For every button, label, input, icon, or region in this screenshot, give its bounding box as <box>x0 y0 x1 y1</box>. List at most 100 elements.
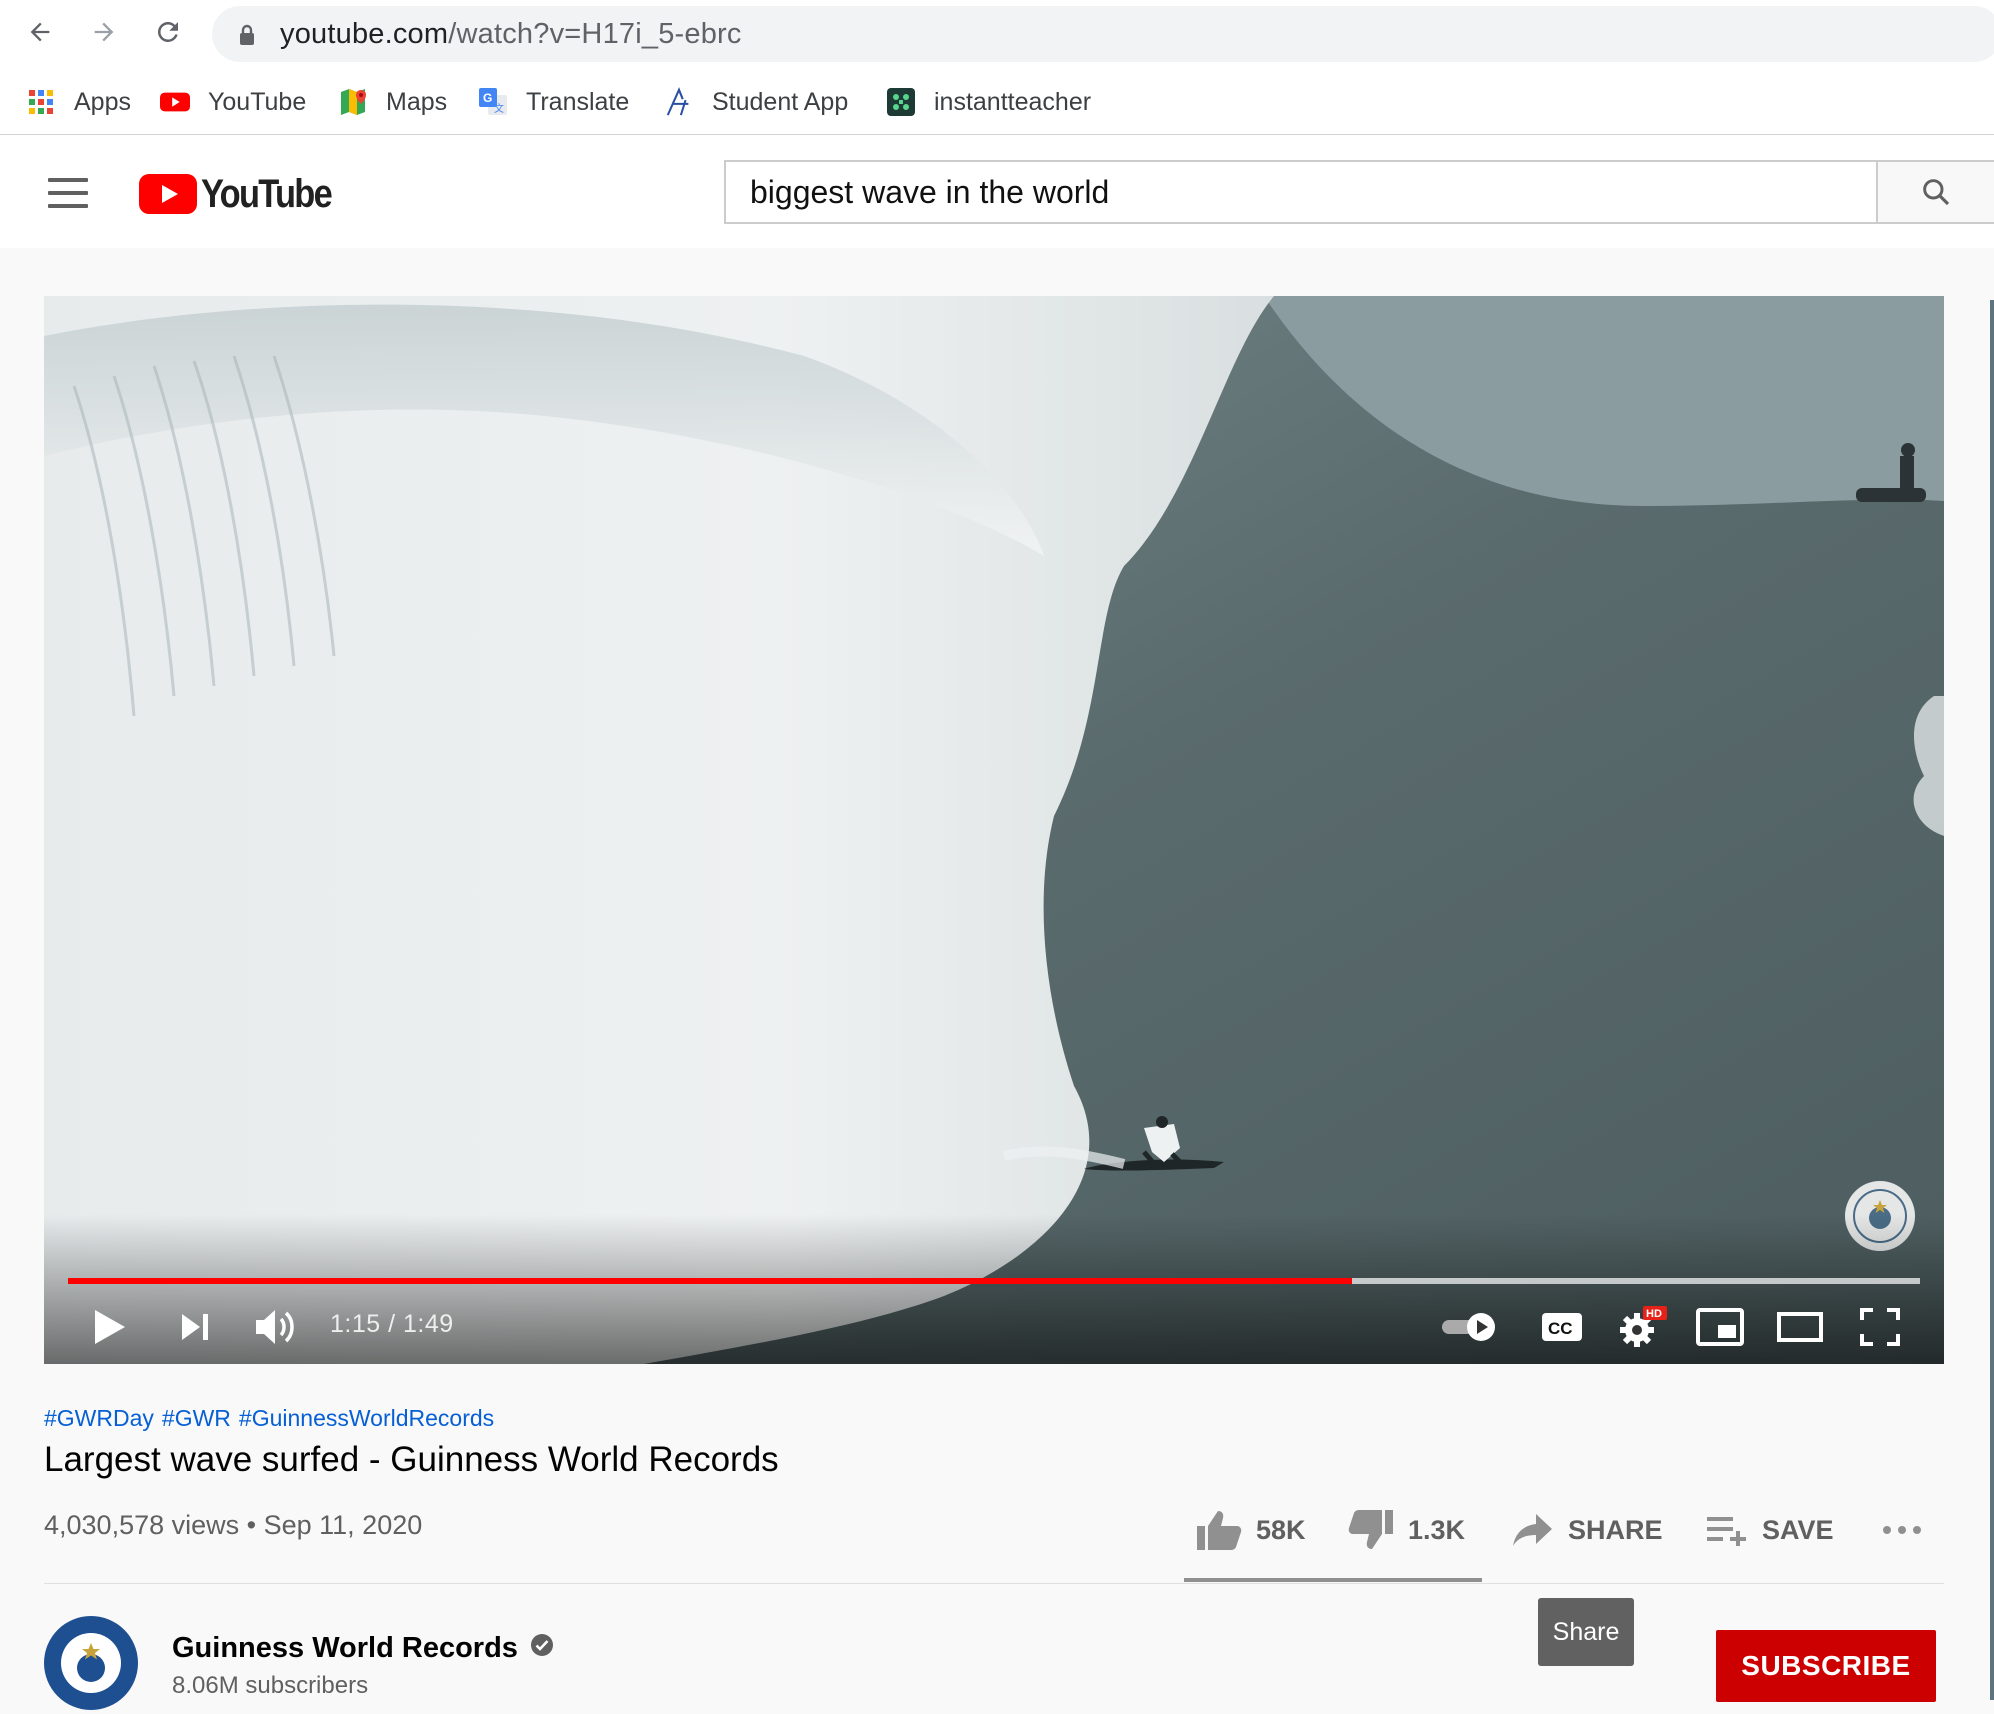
closed-captions-icon: CC <box>1542 1313 1582 1341</box>
video-title: Largest wave surfed - Guinness World Rec… <box>44 1440 779 1479</box>
bookmark-maps[interactable]: Maps <box>338 82 447 122</box>
playlist-add-icon <box>1706 1514 1748 1546</box>
next-icon <box>182 1314 208 1340</box>
channel-avatar[interactable] <box>44 1616 138 1710</box>
save-button[interactable]: SAVE <box>1706 1500 1834 1560</box>
like-button[interactable]: 58K <box>1196 1500 1306 1560</box>
sidebar-edge <box>1990 300 1994 1700</box>
search-button[interactable] <box>1876 160 1994 224</box>
search-input[interactable] <box>726 162 1876 222</box>
reload-button[interactable] <box>148 12 188 52</box>
back-button[interactable] <box>20 12 60 52</box>
upload-date: Sep 11, 2020 <box>263 1510 423 1540</box>
subscriber-count: 8.06M subscribers <box>172 1672 369 1699</box>
back-arrow-icon <box>30 22 50 42</box>
instantteacher-icon <box>886 87 916 117</box>
svg-text:CC: CC <box>1548 1319 1573 1338</box>
video-meta: 4,030,578 views • Sep 11, 2020 <box>44 1510 423 1540</box>
volume-icon <box>256 1310 294 1344</box>
bookmark-label: Translate <box>526 87 630 116</box>
forward-arrow-icon <box>94 22 114 42</box>
youtube-play-logo-icon <box>139 174 197 214</box>
fullscreen-button[interactable] <box>1852 1298 1908 1356</box>
divider <box>44 1583 1944 1584</box>
youtube-masthead: YouTube <box>0 135 1994 248</box>
more-horizontal-icon <box>1883 1526 1921 1534</box>
svg-text:文: 文 <box>494 102 504 115</box>
theater-mode-button[interactable] <box>1772 1298 1828 1356</box>
bookmark-youtube[interactable]: YouTube <box>160 82 306 122</box>
bookmarks-bar: Apps YouTube Maps G文 Translate Student A… <box>0 78 1994 126</box>
apps-grid-icon <box>26 87 56 117</box>
bookmark-instantteacher[interactable]: instantteacher <box>886 82 1091 122</box>
share-button[interactable]: SHARE <box>1512 1500 1663 1560</box>
like-count: 58K <box>1256 1514 1306 1545</box>
youtube-wordmark: YouTube <box>201 171 333 216</box>
sentiment-bar <box>1184 1578 1482 1582</box>
dislike-count: 1.3K <box>1408 1514 1466 1545</box>
view-count: 4,030,578 views <box>44 1510 240 1540</box>
bookmark-label: instantteacher <box>934 87 1092 116</box>
bookmark-label: Student App <box>712 87 849 116</box>
youtube-logo[interactable]: YouTube <box>139 171 352 216</box>
dislike-button[interactable]: 1.3K <box>1348 1500 1465 1560</box>
miniplayer-icon <box>1696 1308 1744 1346</box>
autoplay-icon <box>1442 1313 1495 1341</box>
url-path: /watch?v=H17i_5-ebrc <box>448 18 742 50</box>
settings-button[interactable]: HD <box>1614 1298 1672 1356</box>
address-bar[interactable]: youtube.com/watch?v=H17i_5-ebrc <box>212 6 1994 62</box>
time-display: 1:15 / 1:49 <box>330 1310 454 1338</box>
guinness-logo-icon <box>47 1619 135 1707</box>
thumbs-down-icon <box>1348 1509 1394 1551</box>
share-tooltip: Share <box>1538 1598 1634 1666</box>
share-label: SHARE <box>1568 1514 1663 1545</box>
theater-mode-icon <box>1777 1312 1823 1342</box>
miniplayer-button[interactable] <box>1692 1298 1748 1356</box>
progress-bar[interactable] <box>68 1278 1920 1284</box>
channel-name[interactable]: Guinness World Records <box>172 1632 554 1665</box>
bookmark-student-app[interactable]: Student App <box>664 82 848 122</box>
subtitles-button[interactable]: CC <box>1536 1298 1588 1356</box>
bookmark-label: Maps <box>386 87 448 116</box>
autoplay-toggle[interactable] <box>1438 1298 1500 1356</box>
hashtag-list: #GWRDay #GWR #GuinnessWorldRecords <box>44 1405 502 1432</box>
channel-name-text: Guinness World Records <box>172 1632 518 1664</box>
video-player[interactable]: 1:15 / 1:49 CC HD <box>44 296 1944 1364</box>
reload-icon <box>158 22 178 42</box>
verified-check-icon <box>530 1632 554 1665</box>
bookmark-translate[interactable]: G文 Translate <box>478 82 629 122</box>
svg-text:HD: HD <box>1646 1308 1662 1320</box>
video-frame <box>44 296 1944 1364</box>
mute-button[interactable] <box>250 1298 304 1356</box>
menu-icon[interactable] <box>48 178 88 208</box>
gear-icon: HD <box>1620 1306 1667 1347</box>
hashtag-link[interactable]: #GWR <box>162 1405 231 1431</box>
lock-icon <box>240 24 254 45</box>
student-app-icon <box>664 87 694 117</box>
more-actions-button[interactable] <box>1882 1500 1922 1560</box>
bookmark-apps[interactable]: Apps <box>26 82 131 122</box>
youtube-icon <box>160 87 190 117</box>
svg-text:G: G <box>483 91 492 105</box>
next-button[interactable] <box>172 1298 218 1356</box>
maps-icon <box>338 87 368 117</box>
url-text: youtube.com/watch?v=H17i_5-ebrc <box>280 18 742 51</box>
url-host: youtube.com <box>280 18 449 50</box>
save-label: SAVE <box>1762 1514 1834 1545</box>
progress-played <box>68 1278 1352 1284</box>
bookmark-label: YouTube <box>208 87 307 116</box>
share-arrow-icon <box>1512 1512 1554 1548</box>
browser-toolbar: youtube.com/watch?v=H17i_5-ebrc Apps You… <box>0 0 1994 135</box>
forward-button[interactable] <box>84 12 124 52</box>
hashtag-link[interactable]: #GWRDay <box>44 1405 154 1431</box>
search-icon <box>1923 179 1950 206</box>
subscribe-button[interactable]: SUBSCRIBE <box>1716 1630 1936 1702</box>
bookmark-label: Apps <box>74 87 131 116</box>
search-box <box>724 160 1876 224</box>
play-icon <box>95 1310 125 1344</box>
thumbs-up-icon <box>1196 1509 1242 1551</box>
translate-icon: G文 <box>478 87 508 117</box>
hashtag-link[interactable]: #GuinnessWorldRecords <box>239 1405 494 1431</box>
play-button[interactable] <box>84 1298 136 1356</box>
fullscreen-icon <box>1860 1308 1900 1346</box>
